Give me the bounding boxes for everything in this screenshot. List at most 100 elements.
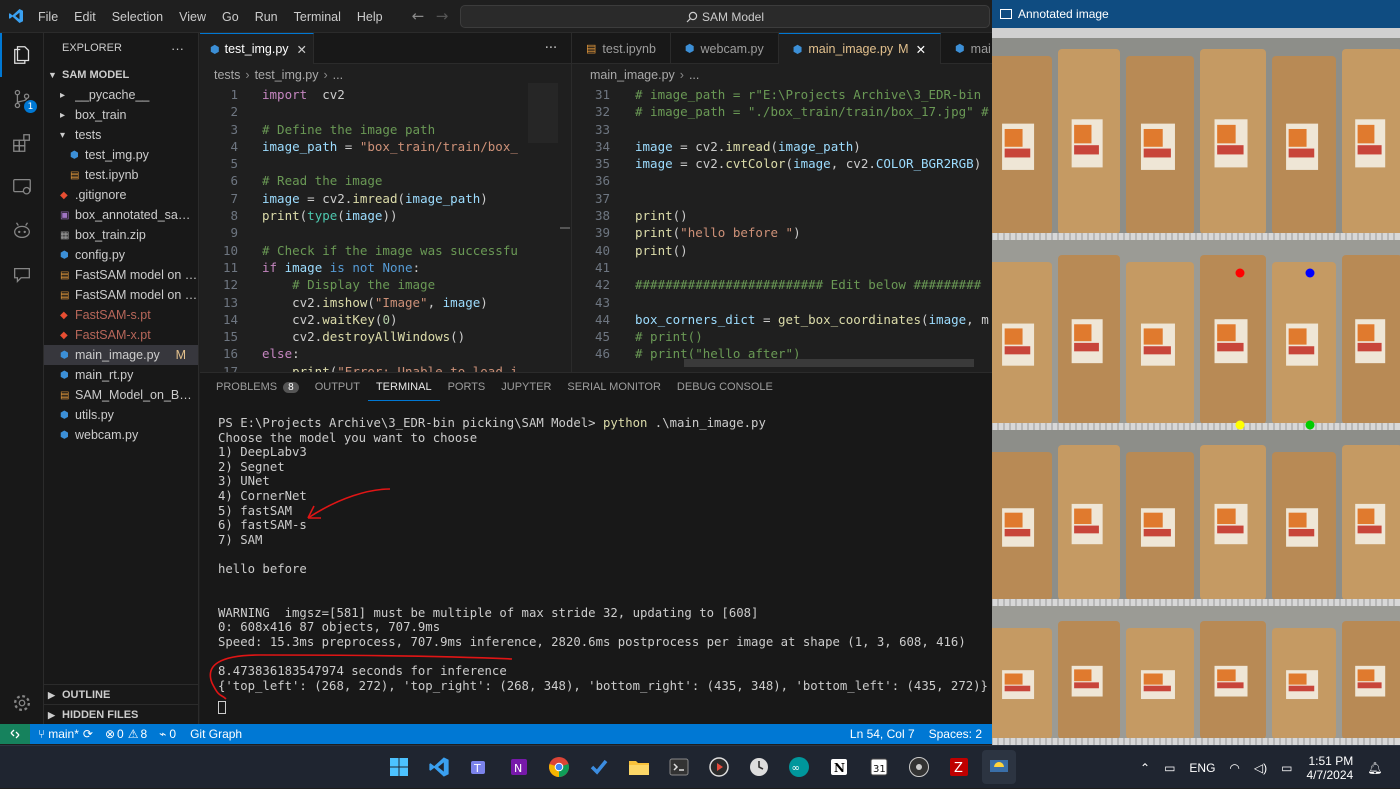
menu-go[interactable]: Go: [214, 10, 247, 24]
menu-run[interactable]: Run: [247, 10, 286, 24]
extensions-icon[interactable]: [0, 121, 44, 165]
explorer-icon[interactable]: [0, 33, 44, 77]
problems-indicator[interactable]: ⊗ 0 ⚠ 8: [105, 727, 147, 741]
file-tree-item[interactable]: ▤ FastSAM model on b...: [44, 265, 198, 285]
file-tree-item[interactable]: ▤SAM_Model_on_Box_I...: [44, 385, 198, 405]
chrome-icon[interactable]: [542, 750, 576, 784]
code-editor-left[interactable]: 1 import cv2 2 3 # Define the image path 4 ima…: [200, 86, 571, 372]
onenote-icon[interactable]: N: [502, 750, 536, 784]
more-actions-icon[interactable]: ···: [531, 33, 571, 63]
scrollbar[interactable]: [560, 227, 570, 229]
obs-icon[interactable]: [902, 750, 936, 784]
file-tree-item[interactable]: ⬢ main_rt.py: [44, 365, 198, 385]
file-tree-item[interactable]: ⬢ test_img.py: [44, 145, 198, 165]
language-indicator[interactable]: ENG: [1189, 761, 1215, 775]
minimap[interactable]: [528, 83, 558, 143]
menu-file[interactable]: File: [30, 10, 66, 24]
breadcrumb-item[interactable]: ...: [689, 68, 699, 82]
panel-tab-problems[interactable]: PROBLEMS 8: [208, 373, 307, 401]
tab-mai[interactable]: ⬢ mai: [941, 33, 992, 64]
panel-tab-serial-monitor[interactable]: SERIAL MONITOR: [559, 373, 669, 401]
close-tab-icon[interactable]: ✕: [916, 42, 926, 57]
copilot-icon[interactable]: [0, 209, 44, 253]
code-token: is not None: [329, 259, 413, 275]
tab-main-image-py[interactable]: ⬢ main_image.py M ✕: [778, 33, 942, 64]
menu-help[interactable]: Help: [349, 10, 391, 24]
menu-terminal[interactable]: Terminal: [286, 10, 349, 24]
battery-icon[interactable]: ▭: [1281, 761, 1292, 775]
chevron-up-icon[interactable]: ⌃: [1140, 761, 1150, 775]
breadcrumb-item[interactable]: tests: [214, 68, 240, 82]
vscode-taskbar-icon[interactable]: [422, 750, 456, 784]
settings-gear-icon[interactable]: [0, 681, 44, 725]
tab-test-img-py[interactable]: ⬢ test_img.py ✕: [200, 33, 314, 64]
file-tree-item[interactable]: ▾ tests: [44, 125, 198, 145]
keyboard-icon[interactable]: ▭: [1164, 761, 1175, 775]
teams-icon[interactable]: T: [462, 750, 496, 784]
file-tree-item[interactable]: ◆ FastSAM-x.pt: [44, 325, 198, 345]
calendar-icon[interactable]: 31: [862, 750, 896, 784]
breadcrumb-item[interactable]: ...: [333, 68, 343, 82]
git-graph-button[interactable]: Git Graph: [190, 727, 242, 741]
volume-icon[interactable]: ◁): [1254, 761, 1267, 775]
panel-tab-debug-console[interactable]: DEBUG CONSOLE: [669, 373, 781, 401]
chat-icon[interactable]: [0, 253, 44, 297]
arduino-icon[interactable]: ∞: [782, 750, 816, 784]
file-tree-item[interactable]: ⬢ utils.py: [44, 405, 198, 425]
command-center-search[interactable]: SAM Model: [460, 5, 990, 28]
panel-tab-jupyter[interactable]: JUPYTER: [493, 373, 559, 401]
horizontal-scrollbar[interactable]: [684, 359, 974, 367]
indentation[interactable]: Spaces: 2: [929, 727, 982, 741]
outline-section[interactable]: ▶ OUTLINE: [44, 684, 199, 705]
ports-indicator[interactable]: ⌁ 0: [159, 727, 176, 741]
hidden-files-section[interactable]: ▶ HIDDEN FILES: [44, 704, 199, 725]
forward-arrow-icon[interactable]: →: [434, 7, 450, 25]
tab-test-ipynb[interactable]: ▤ test.ipynb: [572, 33, 671, 64]
file-explorer-icon[interactable]: [622, 750, 656, 784]
panel-tab-output[interactable]: OUTPUT: [307, 373, 368, 401]
cursor-position[interactable]: Ln 54, Col 7: [850, 727, 915, 741]
panel-tab-terminal[interactable]: TERMINAL: [367, 373, 440, 401]
file-tree-item[interactable]: ▸ __pycache__: [44, 85, 198, 105]
workspace-root[interactable]: ▼ SAM MODEL: [44, 65, 198, 85]
notification-bell-icon[interactable]: 🔔︎: [1367, 761, 1382, 775]
breadcrumb-item[interactable]: main_image.py: [590, 68, 675, 82]
file-tree-item[interactable]: ⬢ main_image.py M: [44, 345, 198, 365]
file-tree-item[interactable]: ▤ FastSAM model on b...: [44, 285, 198, 305]
notion-icon[interactable]: N: [822, 750, 856, 784]
filezilla-icon[interactable]: Z: [942, 750, 976, 784]
tab-webcam-py[interactable]: ⬢ webcam.py: [671, 33, 779, 64]
file-tree-item[interactable]: ◆ FastSAM-s.pt: [44, 305, 198, 325]
media-player-icon[interactable]: [702, 750, 736, 784]
file-tree-item[interactable]: ⬢ webcam.py: [44, 425, 198, 445]
todo-icon[interactable]: [582, 750, 616, 784]
code-token: print: [635, 208, 673, 224]
python-taskbar-icon[interactable]: [982, 750, 1016, 784]
file-tree-item[interactable]: ▤ test.ipynb: [44, 165, 198, 185]
remote-indicator-icon[interactable]: [0, 724, 30, 744]
file-tree-item[interactable]: ▣ box_annotated_sampl...: [44, 205, 198, 225]
menu-edit[interactable]: Edit: [66, 10, 104, 24]
panel-tab-ports[interactable]: PORTS: [440, 373, 494, 401]
terminal-icon[interactable]: [662, 750, 696, 784]
menu-view[interactable]: View: [171, 10, 214, 24]
code-editor-right[interactable]: 31 # image_path = r"E:\Projects Archive\3…: [572, 86, 992, 363]
terminal-output[interactable]: PS E:\Projects Archive\3_EDR-bin picking…: [218, 416, 988, 716]
more-actions-icon[interactable]: ···: [171, 41, 184, 56]
clock[interactable]: 1:51 PM 4/7/2024: [1306, 754, 1353, 782]
remote-explorer-icon[interactable]: [0, 165, 44, 209]
file-tree-item[interactable]: ◆ .gitignore: [44, 185, 198, 205]
clock-app-icon[interactable]: [742, 750, 776, 784]
source-control-icon[interactable]: 1: [0, 77, 44, 121]
chevron-right-icon: ▶: [48, 709, 55, 720]
menu-selection[interactable]: Selection: [104, 10, 171, 24]
breadcrumb-item[interactable]: test_img.py: [255, 68, 319, 82]
branch-indicator[interactable]: ⑂ main* ⟳: [38, 727, 93, 741]
windows-start-icon[interactable]: [382, 750, 416, 784]
back-arrow-icon[interactable]: ←: [410, 7, 426, 25]
close-tab-icon[interactable]: ✕: [297, 42, 307, 57]
file-tree-item[interactable]: ▦ box_train.zip: [44, 225, 198, 245]
file-tree-item[interactable]: ▸ box_train: [44, 105, 198, 125]
wifi-icon[interactable]: ◠: [1229, 761, 1239, 775]
file-tree-item[interactable]: ⬢ config.py: [44, 245, 198, 265]
